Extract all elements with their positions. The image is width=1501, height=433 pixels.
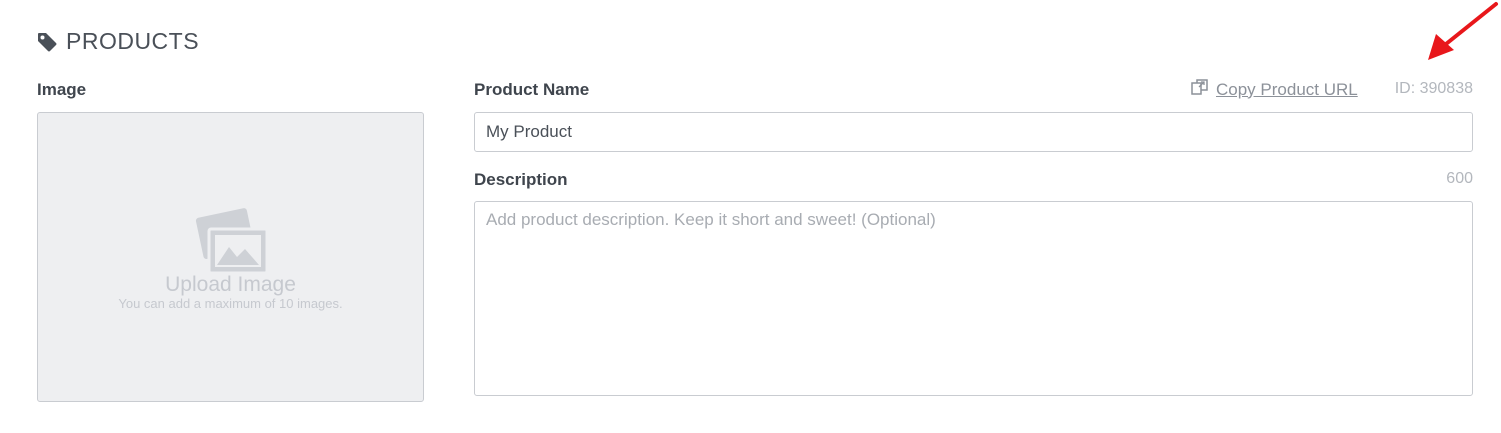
- tag-icon: [36, 31, 58, 53]
- upload-limit-note: You can add a maximum of 10 images.: [118, 296, 343, 311]
- copy-icon: [1190, 78, 1210, 101]
- section-header: PRODUCTS: [36, 28, 199, 55]
- upload-image-title: Upload Image: [165, 273, 296, 296]
- product-id: ID: 390838: [1394, 80, 1473, 97]
- red-arrow-icon: [1420, 0, 1500, 69]
- copy-product-url-link[interactable]: Copy Product URL: [1190, 78, 1358, 101]
- copy-product-url-label: Copy Product URL: [1216, 79, 1358, 99]
- product-name-input[interactable]: [474, 112, 1473, 152]
- image-label: Image: [37, 80, 87, 99]
- page-title: PRODUCTS: [66, 28, 200, 54]
- photo-placeholder-icon: [193, 203, 269, 280]
- description-label: Description: [474, 170, 568, 189]
- description-textarea[interactable]: [474, 201, 1473, 396]
- image-upload-dropzone[interactable]: Upload Image You can add a maximum of 10…: [37, 112, 424, 402]
- product-name-label: Product Name: [474, 80, 590, 99]
- description-char-count: 600: [1446, 170, 1473, 187]
